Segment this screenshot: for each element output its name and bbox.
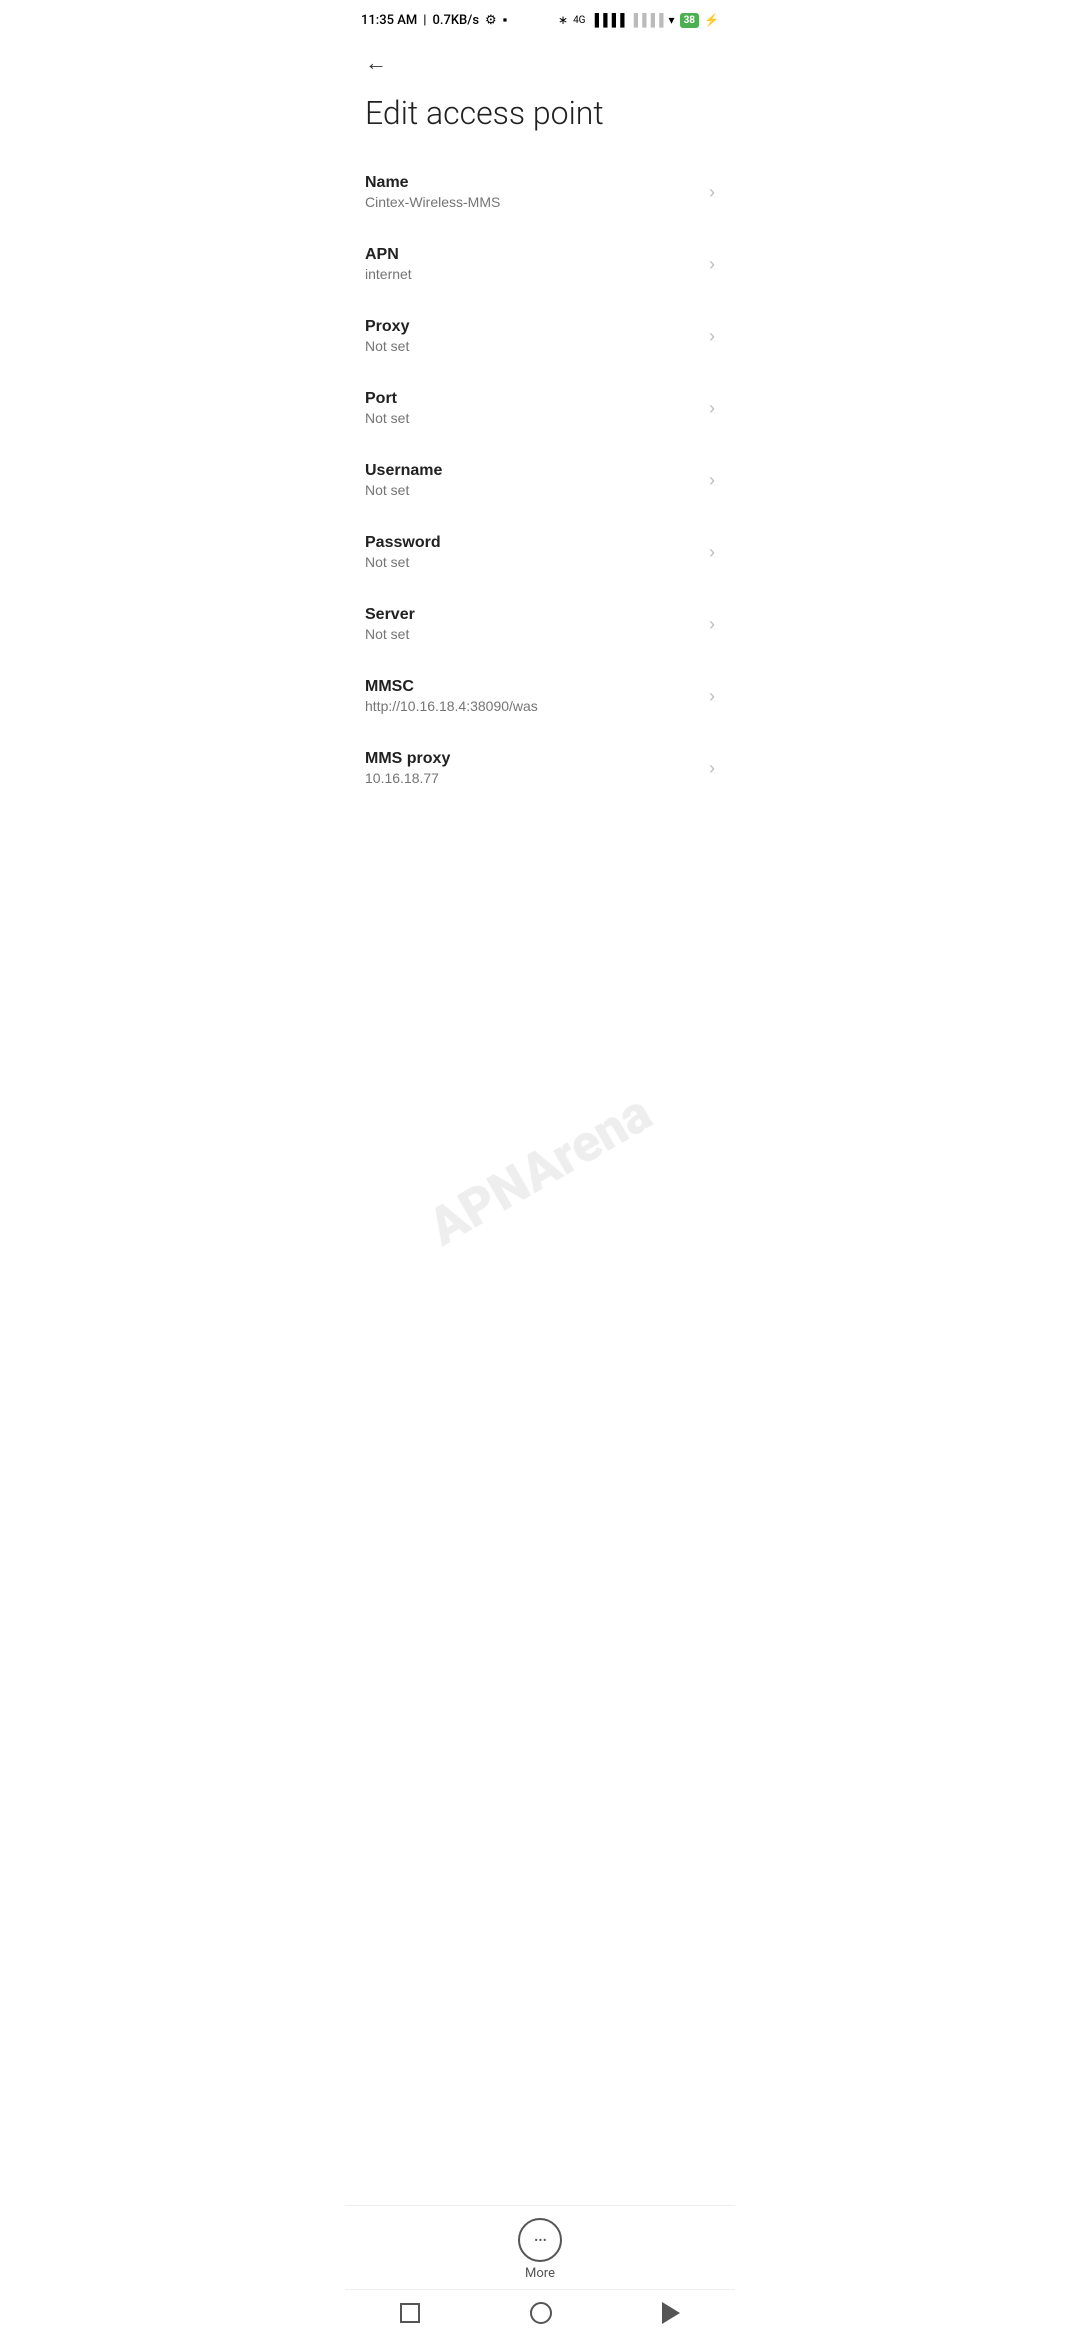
- settings-item-password[interactable]: Password Not set ›: [345, 516, 735, 588]
- settings-item-value: Not set: [365, 338, 701, 354]
- more-button[interactable]: ···: [518, 2218, 562, 2262]
- settings-item-name[interactable]: Name Cintex-Wireless-MMS ›: [345, 156, 735, 228]
- chevron-right-icon: ›: [709, 326, 715, 347]
- settings-content: NameCintex-Wireless-MMS›APNinternet›Prox…: [345, 156, 735, 944]
- chevron-right-icon: ›: [709, 398, 715, 419]
- settings-item-value: 10.16.18.77: [365, 770, 701, 786]
- chevron-right-icon: ›: [709, 614, 715, 635]
- status-right: ∗ 4G ▐▐▐▐ ▐▐▐▐ ▾ 38 ⚡: [558, 13, 719, 28]
- back-nav-icon: [662, 2302, 680, 2324]
- status-left: 11:35 AM | 0.7KB/s ⚙ ▪: [361, 12, 507, 28]
- status-bar: 11:35 AM | 0.7KB/s ⚙ ▪ ∗ 4G ▐▐▐▐ ▐▐▐▐ ▾ …: [345, 0, 735, 36]
- settings-item[interactable]: Proxy Not set ›: [345, 300, 735, 372]
- settings-item-value: Not set: [365, 554, 701, 570]
- settings-item-content: Port Not set: [365, 390, 701, 426]
- signal-4g-icon: 4G: [573, 15, 585, 26]
- settings-item-content: Server Not set: [365, 606, 701, 642]
- settings-item-mmsc[interactable]: MMSC http://10.16.18.4:38090/was ›: [345, 660, 735, 732]
- home-button[interactable]: [526, 2298, 556, 2328]
- settings-item-port[interactable]: Port Not set ›: [345, 372, 735, 444]
- more-label: More: [525, 2266, 555, 2281]
- settings-item-label: Server: [365, 606, 701, 624]
- settings-item[interactable]: MMS proxy 10.16.18.77 ›: [345, 732, 735, 804]
- settings-item-mms-proxy[interactable]: MMS proxy 10.16.18.77 ›: [345, 732, 735, 804]
- time-display: 11:35 AM: [361, 13, 417, 28]
- settings-item-label: Name: [365, 174, 701, 192]
- settings-item-label: APN: [365, 246, 701, 264]
- battery-icon: 38: [680, 13, 699, 28]
- signal-bars2-icon: ▐▐▐▐: [630, 13, 664, 27]
- home-icon: [530, 2302, 552, 2324]
- settings-item-server[interactable]: Server Not set ›: [345, 588, 735, 660]
- camera-icon: ▪: [503, 12, 508, 28]
- settings-item-content: APN internet: [365, 246, 701, 282]
- settings-item-content: MMS proxy 10.16.18.77: [365, 750, 701, 786]
- charging-icon: ⚡: [704, 13, 719, 27]
- back-nav-button[interactable]: [658, 2298, 684, 2328]
- settings-item[interactable]: Name Cintex-Wireless-MMS ›: [345, 156, 735, 228]
- settings-item-apn[interactable]: APN internet ›: [345, 228, 735, 300]
- settings-item-content: Proxy Not set: [365, 318, 701, 354]
- settings-item-label: Proxy: [365, 318, 701, 336]
- navigation-bar: [345, 2289, 735, 2340]
- settings-item[interactable]: Port Not set ›: [345, 372, 735, 444]
- chevron-right-icon: ›: [709, 182, 715, 203]
- settings-item-value: http://10.16.18.4:38090/was: [365, 698, 701, 714]
- settings-item[interactable]: APN internet ›: [345, 228, 735, 300]
- settings-item[interactable]: Username Not set ›: [345, 444, 735, 516]
- recents-button[interactable]: [396, 2299, 424, 2327]
- chevron-right-icon: ›: [709, 254, 715, 275]
- settings-item-label: MMSC: [365, 678, 701, 696]
- chevron-right-icon: ›: [709, 758, 715, 779]
- settings-item-value: internet: [365, 266, 701, 282]
- recents-icon: [400, 2303, 420, 2323]
- settings-item[interactable]: Password Not set ›: [345, 516, 735, 588]
- settings-item-label: MMS proxy: [365, 750, 701, 768]
- network-speed-value: 0.7KB/s: [432, 13, 479, 28]
- back-arrow-icon: ←: [365, 52, 387, 74]
- settings-item-value: Cintex-Wireless-MMS: [365, 194, 701, 210]
- settings-item-label: Username: [365, 462, 701, 480]
- settings-item-label: Password: [365, 534, 701, 552]
- more-button-container: ··· More: [345, 2206, 735, 2289]
- settings-item-content: MMSC http://10.16.18.4:38090/was: [365, 678, 701, 714]
- settings-item-username[interactable]: Username Not set ›: [345, 444, 735, 516]
- toolbar: ←: [345, 36, 735, 86]
- settings-item[interactable]: Server Not set ›: [345, 588, 735, 660]
- settings-item-content: Password Not set: [365, 534, 701, 570]
- settings-item-value: Not set: [365, 626, 701, 642]
- settings-list: NameCintex-Wireless-MMS›APNinternet›Prox…: [345, 156, 735, 804]
- page-title: Edit access point: [345, 86, 735, 156]
- settings-item-proxy[interactable]: Proxy Not set ›: [345, 300, 735, 372]
- settings-item-value: Not set: [365, 410, 701, 426]
- signal-bars-icon: ▐▐▐▐: [591, 13, 625, 27]
- bottom-bar: ··· More: [345, 2205, 735, 2340]
- chevron-right-icon: ›: [709, 686, 715, 707]
- settings-item-value: Not set: [365, 482, 701, 498]
- wifi-icon: ▾: [669, 13, 675, 27]
- settings-icon: ⚙: [485, 13, 497, 28]
- back-button[interactable]: ←: [361, 48, 391, 78]
- settings-item-label: Port: [365, 390, 701, 408]
- more-icon: ···: [534, 2230, 547, 2250]
- watermark: APNArena: [418, 1082, 662, 1258]
- settings-item[interactable]: MMSC http://10.16.18.4:38090/was ›: [345, 660, 735, 732]
- chevron-right-icon: ›: [709, 542, 715, 563]
- settings-item-content: Username Not set: [365, 462, 701, 498]
- chevron-right-icon: ›: [709, 470, 715, 491]
- bluetooth-icon: ∗: [558, 13, 568, 27]
- settings-item-content: Name Cintex-Wireless-MMS: [365, 174, 701, 210]
- network-speed: |: [423, 13, 426, 28]
